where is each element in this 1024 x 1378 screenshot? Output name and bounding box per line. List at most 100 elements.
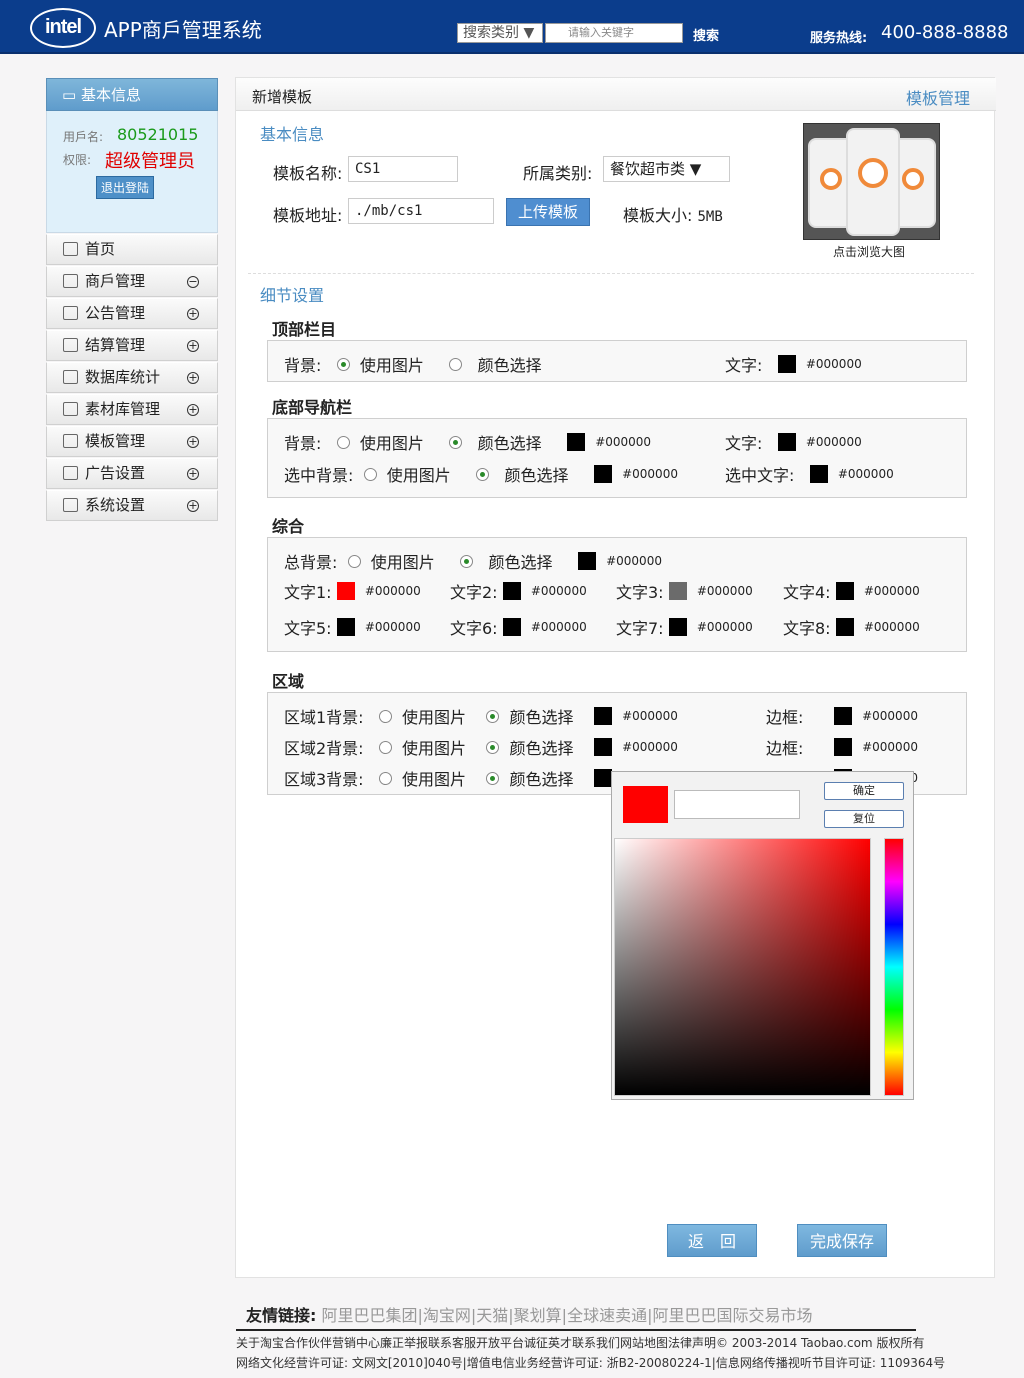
general-text-swatch[interactable] — [668, 618, 687, 636]
area-bg-image-radio[interactable] — [378, 740, 392, 754]
general-text-item: 文字5: #000000 — [284, 615, 421, 639]
breadcrumb-template-manage[interactable]: 模板管理 — [906, 85, 970, 109]
sidebar-item[interactable]: 数据库统计 + — [46, 362, 218, 393]
app-title: APP商戶管理系统 — [104, 18, 262, 42]
preview-caption[interactable]: 点击浏览大图 — [833, 243, 905, 260]
general-text-swatch[interactable] — [502, 582, 521, 600]
bottom-nav-sel-bg-row: 选中背景: 使用图片 颜色选择 #000000 — [284, 462, 678, 486]
general-text-swatch[interactable] — [835, 618, 854, 636]
sidebar-nav: 首页 商戶管理 − 公告管理 + 结算管理 + 数据库统计 + 素材库管理 + 模板管理 + 广告设置 + 系… — [46, 234, 218, 521]
general-text-swatch[interactable] — [336, 582, 355, 600]
bottom-nav-sel-image-radio[interactable] — [363, 467, 377, 481]
template-name-input[interactable]: CS1 — [348, 156, 458, 182]
picker-ok-button[interactable]: 确定 — [824, 782, 904, 800]
picker-reset-button[interactable]: 复位 — [824, 810, 904, 828]
logout-button[interactable]: 退出登陆 — [96, 176, 155, 199]
category-select[interactable]: 餐饮超市类 ▼ — [603, 156, 730, 182]
expand-toggle-icon[interactable]: + — [187, 404, 199, 416]
area-border-label: 边框: — [766, 708, 804, 727]
search-input[interactable]: 请输入关键字 — [545, 23, 683, 43]
main-header: 新增模板 模板管理 — [236, 78, 996, 111]
top-bar-bg-color-radio[interactable] — [449, 357, 463, 371]
general-text-hex: #000000 — [530, 584, 587, 598]
page-title: 新增模板 — [252, 88, 313, 106]
area-bg-swatch[interactable] — [593, 769, 612, 787]
sidebar-item[interactable]: 商戶管理 − — [46, 266, 218, 297]
general-text-item: 文字6: #000000 — [450, 615, 587, 639]
bottom-nav-text-swatch[interactable] — [777, 433, 796, 451]
template-address-label: 模板地址: — [273, 206, 343, 225]
role-label: 权限: — [63, 153, 92, 167]
upload-template-button[interactable]: 上传模板 — [506, 198, 591, 226]
bottom-nav-bg-image-radio[interactable] — [336, 435, 350, 449]
area-bg-color-radio[interactable] — [486, 709, 500, 723]
footer-divider — [236, 1329, 916, 1331]
area-bg-image-radio[interactable] — [378, 709, 392, 723]
area-bg-color-label: 颜色选择 — [509, 739, 574, 758]
general-text-swatch[interactable] — [336, 618, 355, 636]
save-button[interactable]: 完成保存 — [797, 1224, 887, 1257]
general-bg-swatch[interactable] — [577, 552, 596, 570]
back-button[interactable]: 返 回 — [667, 1224, 757, 1257]
category-label: 所属类别: — [523, 164, 593, 183]
expand-toggle-icon[interactable]: + — [187, 340, 199, 352]
bottom-nav-sel-text-swatch[interactable] — [809, 465, 828, 483]
general-text-hex: #000000 — [530, 620, 587, 634]
area-bg-color-label: 颜色选择 — [509, 708, 574, 727]
expand-toggle-icon[interactable]: + — [187, 436, 199, 448]
bottom-nav-bg-swatch[interactable] — [567, 433, 586, 451]
area-bg-color-radio[interactable] — [486, 740, 500, 754]
general-bg-image-label: 使用图片 — [370, 553, 435, 572]
bottom-nav-sel-bg-swatch[interactable] — [593, 465, 612, 483]
expand-toggle-icon[interactable]: + — [187, 372, 199, 384]
picker-hue-slider[interactable] — [884, 838, 904, 1096]
area-bg-image-label: 使用图片 — [402, 708, 467, 727]
sidebar-item[interactable]: 首页 — [46, 234, 218, 265]
sidebar-item[interactable]: 广告设置 + — [46, 458, 218, 489]
general-bg-image-radio[interactable] — [347, 554, 361, 568]
color-picker-popup: 确定 复位 — [611, 771, 914, 1100]
bottom-nav-sel-text-label: 选中文字: — [725, 466, 795, 485]
expand-toggle-icon[interactable]: + — [187, 500, 199, 512]
general-text-swatch[interactable] — [668, 582, 687, 600]
area-bg-swatch[interactable] — [593, 707, 612, 725]
search-button[interactable]: 搜索 — [693, 25, 719, 44]
friend-links-list[interactable]: 阿里巴巴集团|淘宝网|天猫|聚划算|全球速卖通|阿里巴巴国际交易市场 — [322, 1306, 813, 1325]
sidebar-header: ▭ 基本信息 — [46, 78, 218, 111]
bottom-nav-text-hex: #000000 — [805, 435, 862, 449]
sidebar-item[interactable]: 系统设置 + — [46, 490, 218, 521]
bottom-nav-sel-color-radio[interactable] — [476, 467, 490, 481]
area-bg-color-radio[interactable] — [486, 771, 500, 785]
template-name-label: 模板名称: — [273, 164, 343, 183]
expand-toggle-icon[interactable]: + — [187, 308, 199, 320]
area-border-swatch[interactable] — [833, 707, 852, 725]
sidebar-item[interactable]: 公告管理 + — [46, 298, 218, 329]
general-text-swatch[interactable] — [835, 582, 854, 600]
nav-item-icon — [63, 498, 78, 512]
picker-hex-input[interactable] — [674, 790, 800, 819]
template-preview-image[interactable] — [803, 123, 940, 240]
area-bg-image-radio[interactable] — [378, 771, 392, 785]
picker-saturation-area[interactable] — [614, 838, 871, 1096]
sidebar-item[interactable]: 结算管理 + — [46, 330, 218, 361]
top-bar-bg-image-radio[interactable] — [336, 357, 350, 371]
template-address-input[interactable]: ./mb/cs1 — [348, 198, 494, 224]
sidebar-item-label: 数据库统计 — [85, 368, 161, 386]
general-bg-color-radio[interactable] — [460, 554, 474, 568]
general-text-label: 文字4: — [783, 583, 831, 602]
top-bar-text-hex: #000000 — [805, 357, 862, 371]
template-size-value: 5MB — [697, 209, 723, 225]
expand-toggle-icon[interactable]: − — [187, 276, 199, 288]
bottom-nav-bg-color-radio[interactable] — [449, 435, 463, 449]
hotline-label: 服务热线: — [810, 31, 868, 46]
general-text-swatch[interactable] — [502, 618, 521, 636]
sidebar-item[interactable]: 素材库管理 + — [46, 394, 218, 425]
search-category-select[interactable]: 搜索类别 ▼ — [457, 23, 543, 43]
sidebar-item-label: 商戶管理 — [85, 272, 146, 290]
area-border-swatch[interactable] — [833, 738, 852, 756]
top-bar-text-swatch[interactable] — [777, 355, 796, 373]
expand-toggle-icon[interactable]: + — [187, 468, 199, 480]
sidebar-item[interactable]: 模板管理 + — [46, 426, 218, 457]
area-bg-swatch[interactable] — [593, 738, 612, 756]
intel-logo: intel — [30, 8, 96, 48]
